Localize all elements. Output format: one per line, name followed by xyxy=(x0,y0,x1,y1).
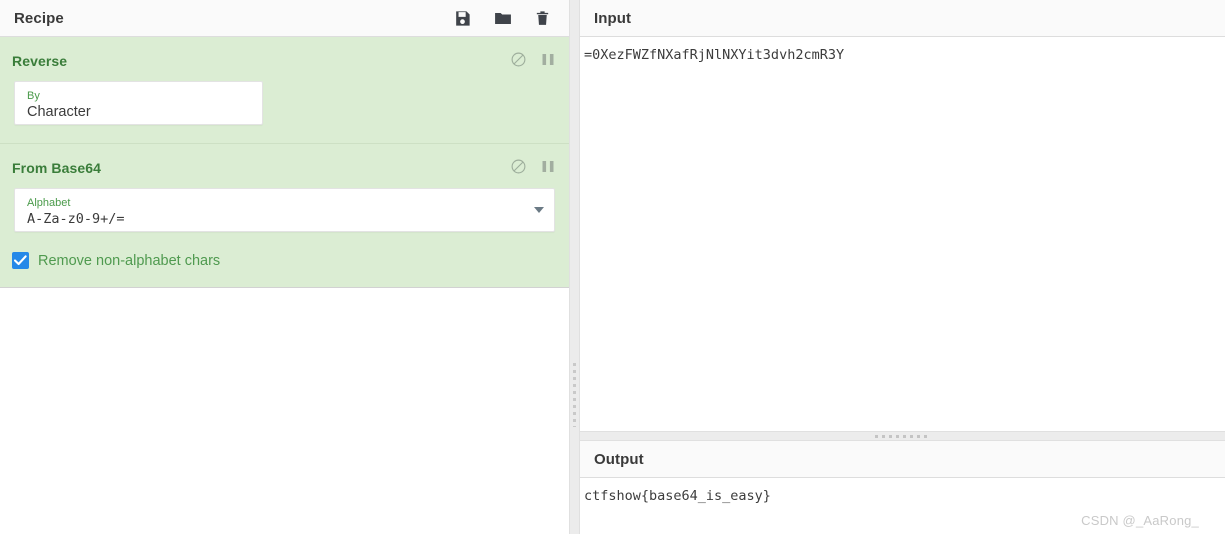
recipe-title-bar: Recipe xyxy=(0,0,569,37)
remove-non-alphabet-chars-checkbox[interactable] xyxy=(12,252,29,269)
operation-arguments: Alphabet A-Za-z0-9+/= xyxy=(0,184,569,250)
operation-header: Reverse xyxy=(0,37,569,77)
clear-recipe-button[interactable] xyxy=(534,9,551,28)
chevron-down-icon[interactable] xyxy=(534,207,544,213)
operation-controls xyxy=(510,158,555,178)
watermark-text: CSDN @_AaRong_ xyxy=(1081,513,1199,528)
input-textarea[interactable]: =0XezFWZfNXafRjNlNXYit3dvh2cmR3Y xyxy=(580,37,1225,431)
input-panel: Input =0XezFWZfNXafRjNlNXYit3dvh2cmR3Y xyxy=(580,0,1225,431)
recipe-toolbar xyxy=(453,9,551,28)
argument-alphabet-field[interactable]: Alphabet A-Za-z0-9+/= xyxy=(14,188,555,232)
recipe-drop-area[interactable] xyxy=(0,288,569,534)
remove-non-alphabet-chars-label: Remove non-alphabet chars xyxy=(38,252,221,269)
argument-label: By xyxy=(27,90,40,102)
recipe-pane: Recipe Reverse By Character From Base64 … xyxy=(0,0,569,534)
operation-arguments: By Character xyxy=(0,77,569,143)
load-recipe-button[interactable] xyxy=(493,9,513,28)
disable-operation-icon[interactable] xyxy=(510,51,527,71)
recipe-operation-reverse[interactable]: Reverse By Character xyxy=(0,37,569,143)
save-recipe-button[interactable] xyxy=(453,9,472,28)
splitter-grip-icon xyxy=(573,363,576,427)
recipe-io-splitter[interactable] xyxy=(569,0,580,534)
input-title-bar: Input xyxy=(580,0,1225,37)
operation-header: From Base64 xyxy=(0,144,569,184)
argument-value: A-Za-z0-9+/= xyxy=(27,211,125,227)
output-title-bar: Output xyxy=(580,441,1225,478)
splitter-grip-icon xyxy=(874,435,931,438)
breakpoint-pause-icon[interactable] xyxy=(541,159,555,178)
operation-title: From Base64 xyxy=(12,160,102,176)
argument-value: Character xyxy=(27,104,91,120)
operation-controls xyxy=(510,51,555,71)
output-panel: Output ctfshow{base64_is_easy} CSDN @_Aa… xyxy=(580,441,1225,534)
argument-label: Alphabet xyxy=(27,197,71,209)
input-title: Input xyxy=(594,9,632,27)
cyberchef-app: Recipe Reverse By Character From Base64 … xyxy=(0,0,1225,534)
argument-by-field[interactable]: By Character xyxy=(14,81,263,125)
disable-operation-icon[interactable] xyxy=(510,158,527,178)
io-pane: Input =0XezFWZfNXafRjNlNXYit3dvh2cmR3Y O… xyxy=(580,0,1225,534)
recipe-operation-list[interactable]: Reverse By Character From Base64 Alphabe… xyxy=(0,37,569,288)
breakpoint-pause-icon[interactable] xyxy=(541,52,555,71)
recipe-operation-from-base64[interactable]: From Base64 Alphabet A-Za-z0-9+/= Remove… xyxy=(0,143,569,287)
remove-non-alphabet-chars-row[interactable]: Remove non-alphabet chars xyxy=(0,252,569,287)
output-title: Output xyxy=(594,450,644,468)
input-output-splitter[interactable] xyxy=(580,431,1225,441)
operation-title: Reverse xyxy=(12,53,68,69)
recipe-title: Recipe xyxy=(14,9,64,27)
